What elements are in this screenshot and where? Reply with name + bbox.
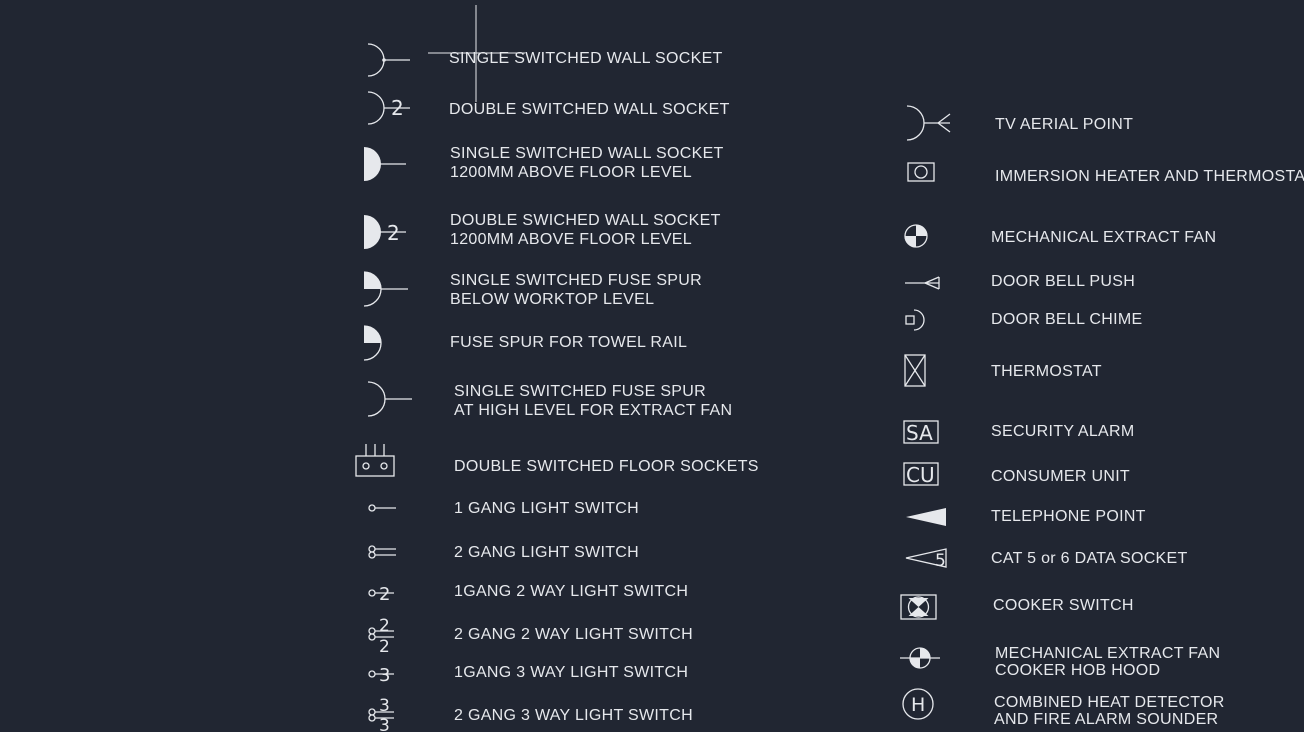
legend-label-door-bell-push: DOOR BELL PUSH — [991, 273, 1136, 290]
legend-label-light-switch-2-gang: 2 GANG LIGHT SWITCH — [454, 544, 639, 561]
legend-label-fuse-spur-worktop: SINGLE SWITCHED FUSE SPUR BELOW WORKTOP … — [450, 272, 702, 308]
legend-label-fuse-spur-towel: FUSE SPUR FOR TOWEL RAIL — [450, 334, 688, 351]
legend-label-floor-sockets: DOUBLE SWITCHED FLOOR SOCKETS — [454, 458, 759, 475]
legend-label-heat-detector: COMBINED HEAT DETECTOR AND FIRE ALARM SO… — [994, 694, 1225, 728]
svg-text:SA: SA — [906, 421, 933, 445]
legend-label-double-switched-socket: DOUBLE SWITCHED WALL SOCKET — [449, 101, 730, 118]
extract-fan-icon — [904, 224, 928, 248]
legend-label-hob-hood-fan: MECHANICAL EXTRACT FAN COOKER HOB HOOD — [995, 645, 1221, 679]
light-switch-1-gang-3-way-icon: 3 — [368, 665, 394, 686]
svg-text:2: 2 — [379, 637, 390, 657]
svg-text:3: 3 — [379, 665, 390, 686]
legend-label-consumer-unit: CONSUMER UNIT — [991, 468, 1131, 485]
svg-text:CU: CU — [906, 463, 935, 487]
floor-sockets-icon — [355, 444, 395, 477]
legend-label-high-single-socket: SINGLE SWITCHED WALL SOCKET 1200MM ABOVE… — [450, 145, 724, 181]
legend-label-light-switch-1-gang: 1 GANG LIGHT SWITCH — [454, 500, 639, 517]
door-bell-chime-icon — [905, 309, 925, 331]
light-switch-2-gang-3-way-icon: 3 3 — [368, 696, 394, 732]
legend-label-single-switched-socket: SINGLE SWITCHED WALL SOCKET — [449, 50, 723, 67]
tv-aerial-icon — [906, 105, 951, 141]
svg-text:2: 2 — [387, 221, 400, 245]
hob-hood-fan-icon — [900, 647, 940, 669]
cad-drawing-canvas[interactable]: SINGLE SWITCHED WALL SOCKET 2 DOUBLE SWI… — [0, 0, 1304, 732]
immersion-heater-icon — [907, 162, 935, 182]
heat-detector-icon: H — [902, 688, 934, 720]
door-bell-push-icon — [905, 276, 940, 290]
legend-label-light-switch-1-gang-3-way: 1GANG 3 WAY LIGHT SWITCH — [454, 664, 689, 681]
legend-label-security-alarm: SECURITY ALARM — [991, 423, 1135, 440]
fuse-spur-towel-icon — [363, 325, 382, 361]
svg-text:3: 3 — [379, 696, 390, 716]
single-switched-socket-icon — [367, 43, 410, 77]
svg-text:3: 3 — [379, 716, 390, 732]
consumer-unit-icon: CU — [903, 462, 939, 487]
light-switch-2-gang-icon — [368, 545, 396, 559]
thermostat-icon — [904, 354, 926, 387]
cooker-switch-icon — [900, 594, 937, 620]
light-switch-1-gang-2-way-icon: 2 — [368, 584, 394, 605]
svg-text:2: 2 — [391, 96, 404, 120]
svg-text:2: 2 — [379, 584, 390, 605]
telephone-point-icon — [906, 508, 946, 526]
legend-label-thermostat: THERMOSTAT — [991, 363, 1102, 380]
double-switched-socket-icon: 2 — [367, 91, 410, 125]
light-switch-2-gang-2-way-icon: 2 2 — [368, 616, 394, 657]
fuse-spur-extract-icon — [367, 381, 412, 417]
high-double-socket-icon: 2 — [364, 215, 406, 249]
svg-text:5: 5 — [935, 551, 946, 571]
svg-text:2: 2 — [379, 616, 390, 636]
svg-text:H: H — [911, 694, 925, 716]
legend-label-immersion-heater: IMMERSION HEATER AND THERMOSTAT — [995, 168, 1304, 185]
fuse-spur-worktop-icon — [363, 271, 408, 307]
legend-label-light-switch-2-gang-2-way: 2 GANG 2 WAY LIGHT SWITCH — [454, 626, 693, 643]
legend-label-cooker-switch: COOKER SWITCH — [993, 597, 1134, 614]
high-single-socket-icon — [364, 147, 406, 181]
legend-label-light-switch-1-gang-2-way: 1GANG 2 WAY LIGHT SWITCH — [454, 583, 689, 600]
legend-label-fuse-spur-extract: SINGLE SWITCHED FUSE SPUR AT HIGH LEVEL … — [454, 383, 733, 419]
legend-label-data-socket: CAT 5 or 6 DATA SOCKET — [991, 550, 1188, 567]
legend-label-door-bell-chime: DOOR BELL CHIME — [991, 311, 1143, 328]
legend-label-telephone-point: TELEPHONE POINT — [991, 508, 1146, 525]
legend-label-tv-aerial: TV AERIAL POINT — [995, 116, 1134, 133]
legend-label-light-switch-2-gang-3-way: 2 GANG 3 WAY LIGHT SWITCH — [454, 707, 693, 724]
data-socket-icon: 5 — [905, 548, 947, 571]
security-alarm-icon: SA — [903, 420, 939, 445]
legend-label-high-double-socket: DOUBLE SWICHED WALL SOCKET 1200MM ABOVE … — [450, 212, 721, 248]
light-switch-1-gang-icon — [368, 504, 396, 512]
legend-label-extract-fan: MECHANICAL EXTRACT FAN — [991, 229, 1217, 246]
